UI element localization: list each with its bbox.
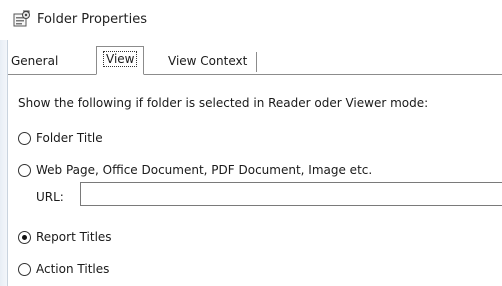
window-title: Folder Properties [37,12,148,27]
url-input[interactable] [80,182,502,206]
web-page-label: Web Page, Office Document, PDF Document,… [36,163,373,177]
action-titles-label: Action Titles [36,262,110,276]
view-tab-panel: Show the following if folder is selected… [8,75,502,286]
window-frame-left [0,40,8,286]
report-titles-radio[interactable]: Report Titles [18,230,112,244]
radio-circle-icon [18,164,31,177]
radio-selected-icon [18,231,31,244]
title-bar: Folder Properties [0,0,502,40]
tab-view[interactable]: View [96,46,145,75]
report-titles-label: Report Titles [36,230,112,244]
folder-title-label: Folder Title [36,131,103,145]
web-page-radio[interactable]: Web Page, Office Document, PDF Document,… [18,163,372,177]
tab-view-label: View [103,51,138,67]
instruction-text: Show the following if folder is selected… [18,96,429,110]
url-label: URL: [36,190,64,204]
action-titles-radio[interactable]: Action Titles [18,262,109,276]
tab-general-label: General [11,54,59,68]
tab-strip: General View View Context [8,40,502,75]
folder-title-radio[interactable]: Folder Title [18,131,103,145]
tab-view-context-label: View Context [168,54,248,68]
tab-separator [256,52,257,72]
radio-circle-icon [18,132,31,145]
folder-properties-icon [13,10,31,28]
radio-circle-icon [18,263,31,276]
tab-view-context[interactable]: View Context [162,49,253,73]
tab-general[interactable]: General [11,49,58,73]
